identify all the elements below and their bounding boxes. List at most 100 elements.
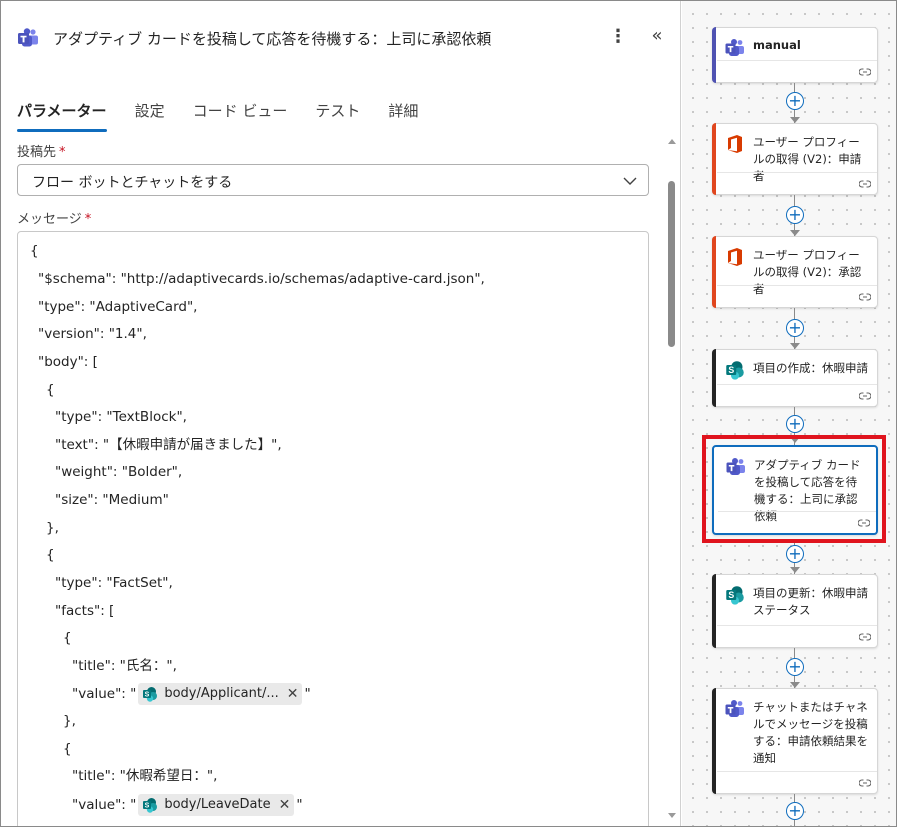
flow-step-get-user-profile-approver[interactable]: ユーザー プロフィールの取得 (V2)：承認者 — [712, 236, 878, 308]
message-label-text: メッセージ — [17, 212, 82, 227]
code-line: "$schema": "http://adaptivecards.io/sche… — [38, 271, 485, 287]
sharepoint-icon: S — [726, 361, 744, 380]
code-line: { — [46, 547, 55, 563]
step-accent-bar — [712, 236, 716, 308]
post-as-label-text: 投稿先 — [17, 145, 57, 160]
teams-icon — [18, 28, 38, 47]
remove-token-button[interactable]: ✕ — [279, 795, 291, 815]
arrow-down-icon — [790, 567, 800, 573]
step-accent-bar — [712, 574, 716, 648]
required-mark: * — [84, 212, 92, 227]
add-step-button[interactable]: + — [786, 545, 804, 563]
dynamic-content-token[interactable]: S body/Applicant/... ✕ — [138, 683, 303, 705]
flow-designer-canvas[interactable]: manual + ユーザー プロフィールの取得 (V2)：申請者 + ユーザー … — [682, 1, 896, 826]
code-line: { — [30, 243, 39, 259]
app-window: アダプティブ カードを投稿して応答を待機する：上司に承認依頼 ⋮ « パラメータ… — [0, 0, 897, 827]
tab-details[interactable]: 詳細 — [388, 99, 418, 135]
step-label: 項目の作成：休暇申請 — [753, 361, 868, 375]
flow-step-get-user-profile-applicant[interactable]: ユーザー プロフィールの取得 (V2)：申請者 — [712, 123, 878, 195]
scrollbar-thumb[interactable] — [668, 181, 675, 347]
message-label: メッセージ * — [17, 208, 91, 227]
step-label: チャットまたはチャネルでメッセージを投稿する：申請依頼結果を通知 — [753, 700, 868, 765]
add-step-button[interactable]: + — [786, 658, 804, 676]
code-line: "title": "休暇希望日：", — [72, 768, 218, 784]
tab-parameters[interactable]: パラメーター — [17, 99, 107, 135]
post-as-dropdown[interactable]: フロー ボットとチャットをする — [17, 164, 649, 196]
step-footer — [717, 172, 877, 194]
step-label: 項目の更新：休暇申請ステータス — [753, 586, 868, 617]
link-icon — [859, 392, 871, 400]
code-text: " — [296, 797, 303, 813]
remove-token-button[interactable]: ✕ — [287, 684, 299, 704]
code-line: "body": [ — [38, 354, 98, 370]
link-icon — [858, 519, 870, 527]
add-step-button[interactable]: + — [786, 319, 804, 337]
sharepoint-icon: S — [143, 798, 158, 813]
action-details-panel: アダプティブ カードを投稿して応答を待機する：上司に承認依頼 ⋮ « パラメータ… — [1, 1, 681, 826]
add-step-button[interactable]: + — [786, 415, 804, 433]
step-accent-bar — [712, 123, 716, 195]
step-footer — [717, 60, 877, 82]
office-icon — [728, 248, 742, 266]
code-line: { — [63, 630, 72, 646]
step-accent-bar — [712, 349, 716, 407]
flow-step-update-item[interactable]: S 項目の更新：休暇申請ステータス — [712, 574, 878, 648]
tab-code-view[interactable]: コード ビュー — [193, 99, 288, 135]
code-line: "version": "1.4", — [38, 326, 147, 342]
sharepoint-icon: S — [726, 586, 744, 605]
flow-step-post-adaptive-card[interactable]: アダプティブ カードを投稿して応答を待機する：上司に承認依頼 — [712, 445, 878, 535]
post-as-value: フロー ボットとチャットをする — [32, 175, 233, 191]
flow-step-post-message[interactable]: チャットまたはチャネルでメッセージを投稿する：申請依頼結果を通知 — [712, 688, 878, 794]
teams-icon — [725, 39, 744, 56]
code-line: "weight": "Bolder", — [55, 464, 183, 480]
scroll-up-arrow-icon[interactable] — [668, 139, 676, 144]
token-label: body/LeaveDate — [164, 797, 271, 812]
code-line: "value": " S body/LeaveDate ✕ " — [72, 794, 303, 816]
collapse-panel-button[interactable]: « — [646, 23, 668, 49]
step-label: manual — [753, 38, 801, 52]
step-footer — [717, 771, 877, 793]
svg-text:S: S — [728, 590, 734, 600]
chevron-down-icon — [623, 177, 637, 185]
add-step-button[interactable]: + — [786, 92, 804, 110]
code-line: "type": "TextBlock", — [55, 409, 187, 425]
code-text: "value": " — [72, 797, 137, 813]
code-line: "text": "【休暇申請が届きました】", — [55, 437, 282, 453]
more-options-button[interactable]: ⋮ — [609, 25, 627, 49]
add-step-button[interactable]: + — [786, 802, 804, 820]
step-footer — [718, 511, 876, 533]
step-footer — [717, 625, 877, 647]
link-icon — [859, 779, 871, 787]
code-line: }, — [46, 520, 59, 536]
panel-scrollbar[interactable] — [665, 131, 679, 826]
scroll-down-arrow-icon[interactable] — [668, 813, 676, 818]
message-editor[interactable]: { "$schema": "http://adaptivecards.io/sc… — [17, 231, 649, 826]
post-as-label: 投稿先 * — [17, 141, 66, 160]
code-text: " — [304, 686, 311, 702]
step-footer — [717, 384, 877, 406]
office-icon — [728, 135, 742, 153]
flow-step-create-item[interactable]: S 項目の作成：休暇申請 — [712, 349, 878, 407]
step-accent-bar — [712, 688, 716, 794]
teams-icon — [726, 458, 745, 475]
code-line: "facts": [ — [55, 603, 115, 619]
svg-text:S: S — [145, 803, 150, 810]
tab-test[interactable]: テスト — [315, 99, 360, 135]
code-text: "value": " — [72, 686, 137, 702]
code-line: { — [63, 741, 72, 757]
panel-header: アダプティブ カードを投稿して応答を待機する：上司に承認依頼 ⋮ « — [1, 1, 681, 79]
link-icon — [859, 180, 871, 188]
link-icon — [859, 293, 871, 301]
step-footer — [717, 285, 877, 307]
code-line: "type": "AdaptiveCard", — [38, 299, 198, 315]
add-step-button[interactable]: + — [786, 206, 804, 224]
step-accent-bar — [712, 27, 716, 83]
svg-text:S: S — [145, 692, 150, 699]
flow-step-manual[interactable]: manual — [712, 27, 878, 83]
tab-settings[interactable]: 設定 — [135, 99, 165, 135]
dynamic-content-token[interactable]: S body/LeaveDate ✕ — [138, 794, 295, 816]
svg-text:S: S — [728, 365, 734, 375]
link-icon — [859, 633, 871, 641]
code-line: "type": "FactSet", — [55, 575, 173, 591]
code-line: "value": " S body/Applicant/... ✕ " — [72, 683, 311, 705]
